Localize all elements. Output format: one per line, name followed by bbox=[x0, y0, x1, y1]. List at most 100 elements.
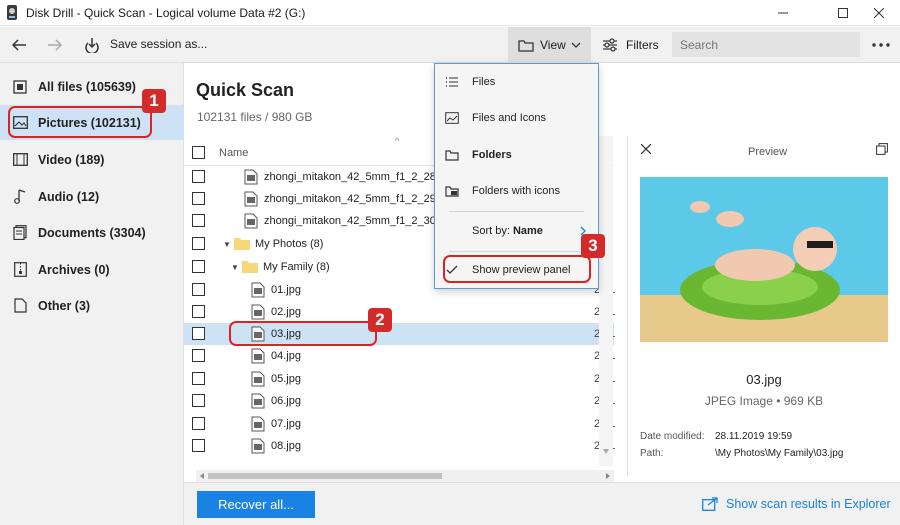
menu-item-files-and-icons[interactable]: Files and Icons bbox=[435, 100, 598, 136]
minimize-button[interactable] bbox=[760, 0, 806, 26]
sort-by-label: Sort by: Name bbox=[472, 225, 543, 237]
table-row[interactable]: 02.jpg 28.1 bbox=[184, 301, 615, 323]
filters-button[interactable]: Filters bbox=[596, 27, 666, 63]
horizontal-scrollbar[interactable] bbox=[196, 470, 614, 482]
row-checkbox[interactable] bbox=[192, 214, 205, 227]
folder-name: My Photos (8) bbox=[255, 238, 324, 250]
app-logo-icon bbox=[7, 5, 17, 20]
image-file-icon bbox=[251, 438, 265, 454]
save-session-icon-wrap[interactable] bbox=[81, 34, 103, 56]
row-checkbox[interactable] bbox=[192, 327, 205, 340]
file-name: zhongi_mitakon_42_5mm_f1_2_30.jpg bbox=[264, 215, 454, 227]
file-name: 08.jpg bbox=[271, 440, 301, 452]
close-preview-icon[interactable] bbox=[641, 144, 651, 154]
file-name: 07.jpg bbox=[271, 418, 301, 430]
sidebar-item-documents[interactable]: Documents (3304) bbox=[0, 215, 184, 250]
preview-file-type: JPEG Image • 969 KB bbox=[704, 394, 824, 408]
menu-item-label: Folders with icons bbox=[472, 185, 561, 197]
sidebar-item-video[interactable]: Video (189) bbox=[0, 142, 184, 177]
annotation-badge-2: 2 bbox=[368, 308, 392, 332]
path-label: Path: bbox=[640, 448, 664, 459]
row-checkbox[interactable] bbox=[192, 237, 205, 250]
file-name: zhongi_mitakon_42_5mm_f1_2_29.jpg bbox=[264, 193, 454, 205]
list-icon bbox=[446, 77, 458, 87]
folder-icon bbox=[445, 150, 459, 161]
image-file-icon bbox=[251, 371, 265, 387]
sidebar-item-other[interactable]: Other (3) bbox=[0, 288, 184, 323]
menu-item-label: Folders bbox=[472, 149, 512, 161]
row-checkbox[interactable] bbox=[192, 305, 205, 318]
menu-item-label: Files and Icons bbox=[472, 112, 546, 124]
title-bar: Disk Drill - Quick Scan - Logical volume… bbox=[0, 0, 900, 26]
menu-item-sort-by[interactable]: Sort by: Name bbox=[435, 213, 598, 249]
column-name-header[interactable]: Name bbox=[219, 147, 248, 159]
minimize-icon bbox=[778, 12, 788, 14]
more-options-button[interactable] bbox=[868, 35, 894, 55]
menu-item-files[interactable]: Files bbox=[435, 64, 598, 100]
search-input[interactable] bbox=[672, 32, 860, 57]
toolbar: Save session as... View Filters bbox=[0, 27, 900, 63]
recover-all-button[interactable]: Recover all... bbox=[197, 491, 315, 518]
row-checkbox[interactable] bbox=[192, 260, 205, 273]
view-label: View bbox=[540, 38, 566, 52]
table-row[interactable]: 07.jpg 28.1 bbox=[184, 413, 615, 435]
image-file-icon bbox=[244, 191, 258, 207]
sidebar-item-archives[interactable]: Archives (0) bbox=[0, 252, 184, 287]
image-file-icon bbox=[251, 416, 265, 432]
menu-item-folders[interactable]: Folders bbox=[435, 137, 598, 173]
document-icon bbox=[12, 225, 28, 241]
date-modified-value: 28.11.2019 19:59 bbox=[715, 431, 793, 442]
table-row[interactable]: 08.jpg 28.1 bbox=[184, 435, 615, 457]
table-row[interactable]: 06.jpg 28.1 bbox=[184, 390, 615, 412]
close-window-button[interactable] bbox=[856, 0, 900, 26]
sidebar-item-label: Documents (3304) bbox=[38, 225, 146, 240]
view-menu-button[interactable]: View bbox=[508, 27, 591, 63]
picture-list-icon bbox=[445, 112, 459, 124]
folder-name: My Family (8) bbox=[263, 261, 330, 273]
preview-title: Preview bbox=[748, 146, 788, 158]
row-checkbox[interactable] bbox=[192, 192, 205, 205]
maximize-icon bbox=[838, 8, 848, 18]
disk-drill-window: Disk Drill - Quick Scan - Logical volume… bbox=[0, 0, 900, 525]
image-file-icon bbox=[244, 213, 258, 229]
file-name: zhongi_mitakon_42_5mm_f1_2_28.jpg bbox=[264, 171, 454, 183]
image-file-icon bbox=[251, 348, 265, 364]
folder-picture-icon bbox=[445, 186, 459, 197]
sidebar-item-label: Video (189) bbox=[38, 152, 105, 167]
preview-file-name: 03.jpg bbox=[746, 372, 782, 387]
table-row[interactable]: 04.jpg 28.1 bbox=[184, 345, 615, 367]
menu-item-folders-with-icons[interactable]: Folders with icons bbox=[435, 173, 598, 209]
preview-image bbox=[640, 177, 888, 342]
forward-button[interactable] bbox=[44, 34, 66, 56]
row-checkbox[interactable] bbox=[192, 372, 205, 385]
arrow-left-icon bbox=[11, 39, 26, 51]
back-button[interactable] bbox=[8, 34, 30, 56]
file-name: 01.jpg bbox=[271, 284, 301, 296]
page-title: Quick Scan bbox=[196, 80, 295, 100]
row-checkbox[interactable] bbox=[192, 170, 205, 183]
folder-icon bbox=[518, 40, 534, 52]
row-checkbox[interactable] bbox=[192, 283, 205, 296]
row-checkbox[interactable] bbox=[192, 349, 205, 362]
arrow-right-icon bbox=[48, 39, 63, 51]
save-session-icon bbox=[85, 38, 99, 53]
archive-icon bbox=[12, 262, 28, 278]
row-checkbox[interactable] bbox=[192, 394, 205, 407]
folder-icon bbox=[234, 238, 250, 250]
table-row[interactable]: 05.jpg 28.1 bbox=[184, 368, 615, 390]
select-all-checkbox[interactable] bbox=[192, 146, 205, 159]
scan-summary: 102131 files / 980 GB bbox=[197, 110, 313, 124]
video-icon bbox=[12, 152, 28, 168]
show-in-explorer-link[interactable]: Show scan results in Explorer bbox=[702, 497, 891, 511]
menu-item-label: Files bbox=[472, 76, 496, 88]
vertical-scrollbar[interactable] bbox=[599, 136, 613, 466]
collapse-arrow-icon[interactable]: ▼ bbox=[231, 263, 239, 272]
annotation-highlight-preview-option bbox=[443, 255, 591, 283]
collapse-arrow-icon[interactable]: ▼ bbox=[223, 240, 231, 249]
row-checkbox[interactable] bbox=[192, 439, 205, 452]
save-session-button[interactable]: Save session as... bbox=[110, 37, 207, 51]
sidebar-item-audio[interactable]: Audio (12) bbox=[0, 179, 184, 214]
row-checkbox[interactable] bbox=[192, 417, 205, 430]
copy-icon[interactable] bbox=[876, 143, 888, 155]
path-value: \My Photos\My Family\03.jpg bbox=[715, 448, 844, 459]
